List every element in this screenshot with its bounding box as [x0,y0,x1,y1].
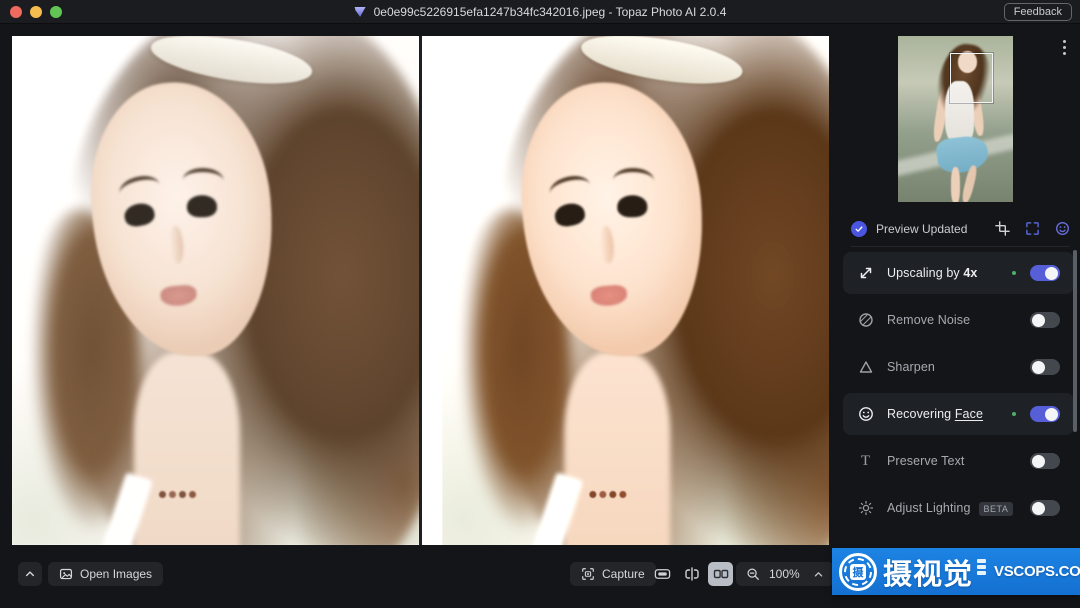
open-images-label: Open Images [80,567,152,581]
side-by-side-view-button[interactable] [708,562,733,586]
check-icon [851,221,867,237]
collapse-filmstrip-button[interactable] [18,562,42,586]
watermark-banner: 摄 摄视觉 VSCOPS.COM [832,548,1080,595]
remove-noise-toggle[interactable] [1030,312,1060,328]
setting-label-sharpen: Sharpen [887,360,1030,374]
setting-label-upscaling: Upscaling by 4x [887,266,1012,280]
open-images-button[interactable]: Open Images [48,562,163,586]
capture-label: Capture [602,567,645,581]
fullscreen-icon[interactable] [1024,221,1040,237]
compare-view [12,36,829,545]
preview-status-label: Preview Updated [876,222,994,236]
sharpen-toggle[interactable] [1030,359,1060,375]
setting-row-recover-face[interactable]: Recovering Face [843,393,1074,435]
feedback-button[interactable]: Feedback [1004,3,1072,21]
more-options-icon[interactable] [1063,40,1066,55]
before-image-pane[interactable] [12,36,419,545]
watermark-brand-text: 摄视觉 [883,551,973,593]
setting-label-recover-face: Recovering Face [887,407,1012,421]
setting-row-preserve-text[interactable]: T Preserve Text [843,440,1074,482]
setting-row-remove-noise[interactable]: Remove Noise [843,299,1074,341]
window-controls [10,6,62,18]
setting-label-remove-noise: Remove Noise [887,313,1030,327]
setting-label-adjust-lighting: Adjust LightingBETA [887,501,1030,515]
capture-icon [581,567,595,581]
close-window-button[interactable] [10,6,22,18]
settings-scrollbar[interactable] [1073,250,1077,432]
preview-region-box[interactable] [950,53,993,103]
minimize-window-button[interactable] [30,6,42,18]
bottom-toolbar: Open Images Capture 100% [0,545,841,608]
preserve-text-toggle[interactable] [1030,453,1060,469]
window-title-wrap: 0e0e99c5226915efa1247b34fc342016.jpeg - … [354,5,727,19]
zoom-menu-chevron-icon[interactable] [813,569,824,580]
beta-badge: BETA [979,502,1014,516]
original-photo [12,36,419,545]
capture-button[interactable]: Capture [570,562,656,586]
setting-row-adjust-lighting[interactable]: Adjust LightingBETA [843,487,1074,529]
enhanced-photo [442,36,829,545]
enhancement-settings: Upscaling by 4x Remove Noise Sharpen [843,252,1074,534]
enabled-indicator [1012,271,1016,275]
lighting-icon [857,500,874,517]
noise-icon [857,312,874,329]
watermark-seal-marks [977,559,986,575]
titlebar: 0e0e99c5226915efa1247b34fc342016.jpeg - … [0,0,1080,24]
text-icon: T [857,453,874,470]
topaz-logo-icon [354,6,367,18]
zoom-control[interactable]: 100% [736,562,834,586]
sharpen-icon [857,359,874,376]
setting-row-upscaling[interactable]: Upscaling by 4x [843,252,1074,294]
setting-row-sharpen[interactable]: Sharpen [843,346,1074,388]
crop-icon[interactable] [994,221,1010,237]
image-icon [59,567,73,581]
zoom-out-icon [746,567,760,581]
enabled-indicator [1012,412,1016,416]
upscaling-toggle[interactable] [1030,265,1060,281]
setting-label-preserve-text: Preserve Text [887,454,1030,468]
face-icon [857,406,874,423]
single-view-button[interactable] [650,562,675,586]
split-view-button[interactable] [679,562,704,586]
adjust-lighting-toggle[interactable] [1030,500,1060,516]
view-mode-group [650,562,733,586]
after-image-pane[interactable] [422,36,829,545]
zoom-level-value: 100% [769,567,800,581]
zoom-window-button[interactable] [50,6,62,18]
face-preview-icon[interactable] [1054,221,1070,237]
watermark-site-text: VSCOPS.COM [994,563,1080,580]
watermark-logo-icon: 摄 [839,553,877,591]
recover-face-toggle[interactable] [1030,406,1060,422]
sidebar: Preview Updated Upscaling by 4x [841,24,1080,608]
upscale-icon [857,265,874,282]
window-title: 0e0e99c5226915efa1247b34fc342016.jpeg - … [374,5,727,19]
preview-status-row: Preview Updated [851,211,1070,247]
